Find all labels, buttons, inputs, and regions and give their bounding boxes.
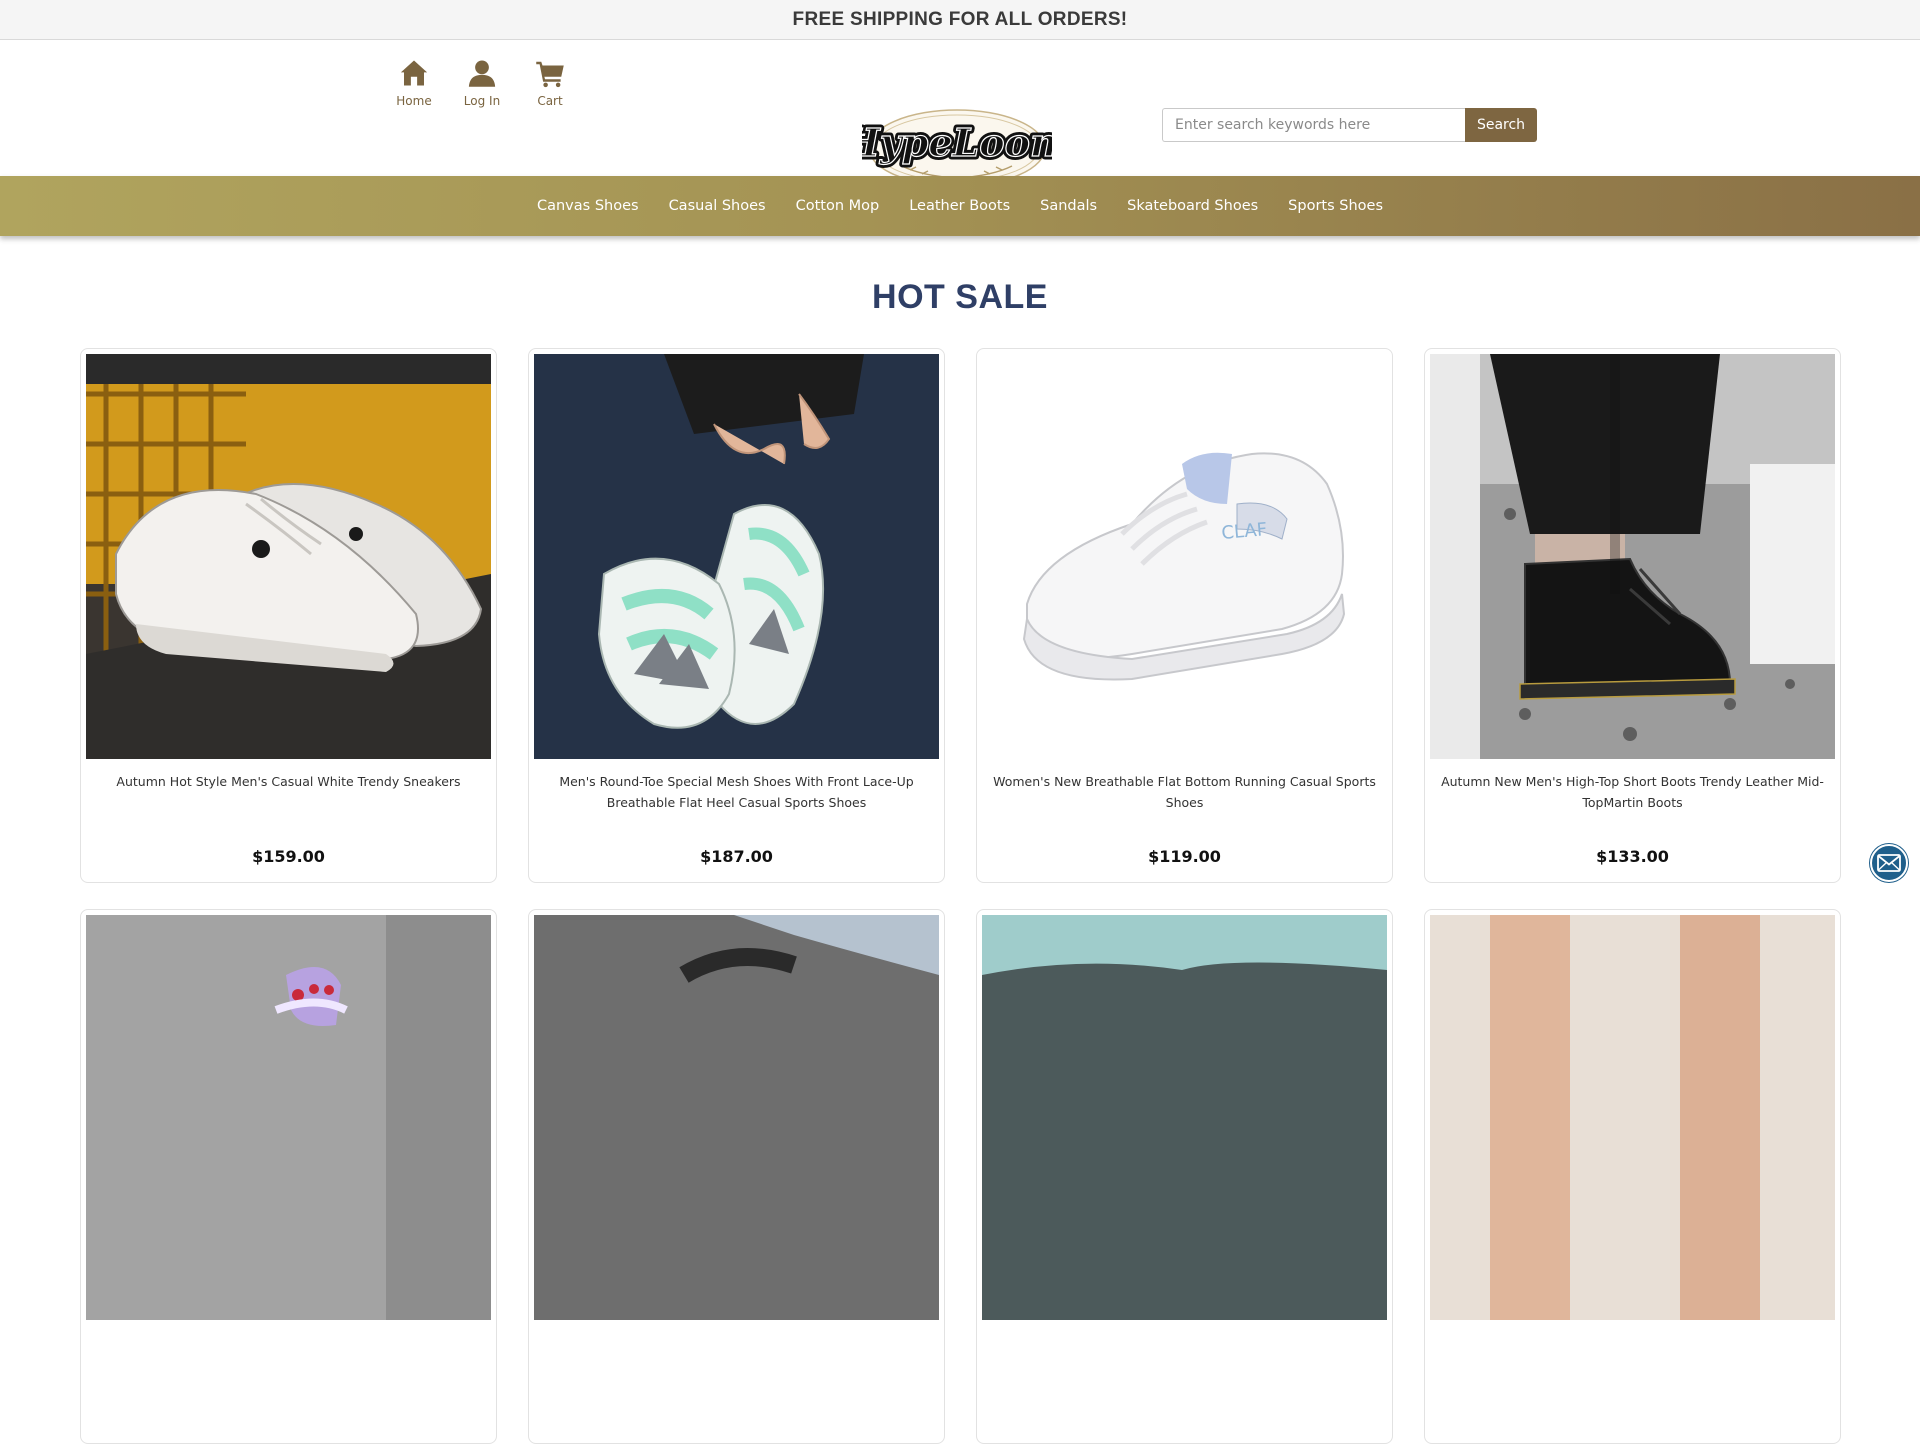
- product-card[interactable]: Autumn Hot Style Men's Casual White Tren…: [80, 348, 497, 883]
- nav-item-canvas-shoes[interactable]: Canvas Shoes: [537, 198, 639, 214]
- brand-logo-text: HypeLoom: [862, 120, 1052, 165]
- product-price: $133.00: [1596, 847, 1669, 866]
- cart-link[interactable]: Cart: [516, 58, 584, 108]
- user-icon: [468, 60, 496, 87]
- product-card[interactable]: CLAF Women's New Breathable Flat Bottom …: [976, 348, 1393, 883]
- product-image[interactable]: CLAF: [982, 354, 1387, 759]
- product-card[interactable]: Autumn New Men's High-Top Short Boots Tr…: [1424, 348, 1841, 883]
- nav-item-sandals[interactable]: Sandals: [1040, 198, 1097, 214]
- home-label: Home: [396, 94, 432, 108]
- nav-item-casual-shoes[interactable]: Casual Shoes: [669, 198, 766, 214]
- product-image[interactable]: [982, 915, 1387, 1320]
- nav-item-leather-boots[interactable]: Leather Boots: [909, 198, 1010, 214]
- product-title[interactable]: Autumn New Men's High-Top Short Boots Tr…: [1430, 771, 1835, 813]
- search-button[interactable]: Search: [1465, 108, 1537, 142]
- mail-icon: [1877, 854, 1901, 872]
- announcement-bar: FREE SHIPPING FOR ALL ORDERS!: [0, 0, 1920, 40]
- product-image[interactable]: [86, 354, 491, 759]
- product-card[interactable]: [80, 909, 497, 1444]
- product-image[interactable]: [1430, 915, 1835, 1320]
- nav-item-sports-shoes[interactable]: Sports Shoes: [1288, 198, 1383, 214]
- product-card[interactable]: Men's Round-Toe Special Mesh Shoes With …: [528, 348, 945, 883]
- site-header: Home Log In Cart HypeLoom HypeLoom Searc…: [0, 40, 1920, 187]
- product-price: $119.00: [1148, 847, 1221, 866]
- product-image[interactable]: [534, 915, 939, 1320]
- product-price: $187.00: [700, 847, 773, 866]
- search-bar: Search: [1162, 108, 1537, 142]
- product-grid: Autumn Hot Style Men's Casual White Tren…: [80, 348, 1841, 1444]
- login-link[interactable]: Log In: [448, 58, 516, 108]
- home-icon: [400, 60, 428, 86]
- product-title[interactable]: Women's New Breathable Flat Bottom Runni…: [982, 771, 1387, 813]
- nav-item-skateboard-shoes[interactable]: Skateboard Shoes: [1127, 198, 1258, 214]
- search-input[interactable]: [1162, 108, 1465, 142]
- section-title: HOT SALE: [872, 278, 1048, 316]
- login-label: Log In: [463, 94, 501, 108]
- product-title[interactable]: Autumn Hot Style Men's Casual White Tren…: [86, 771, 491, 813]
- product-image[interactable]: [1430, 354, 1835, 759]
- quick-links: Home Log In Cart: [380, 58, 584, 108]
- product-image[interactable]: [534, 354, 939, 759]
- contact-mail-button[interactable]: [1870, 844, 1908, 882]
- cart-label: Cart: [537, 94, 563, 108]
- product-image[interactable]: [86, 915, 491, 1320]
- product-title[interactable]: Men's Round-Toe Special Mesh Shoes With …: [534, 771, 939, 813]
- product-card[interactable]: [1424, 909, 1841, 1444]
- product-card[interactable]: [528, 909, 945, 1444]
- announcement-text: FREE SHIPPING FOR ALL ORDERS!: [792, 8, 1128, 30]
- cart-icon: [536, 61, 564, 88]
- home-link[interactable]: Home: [380, 58, 448, 108]
- product-card[interactable]: [976, 909, 1393, 1444]
- svg-text:CLAF: CLAF: [1221, 519, 1268, 544]
- nav-item-cotton-mop[interactable]: Cotton Mop: [796, 198, 880, 214]
- category-nav: Canvas Shoes Casual Shoes Cotton Mop Lea…: [0, 176, 1920, 236]
- product-price: $159.00: [252, 847, 325, 866]
